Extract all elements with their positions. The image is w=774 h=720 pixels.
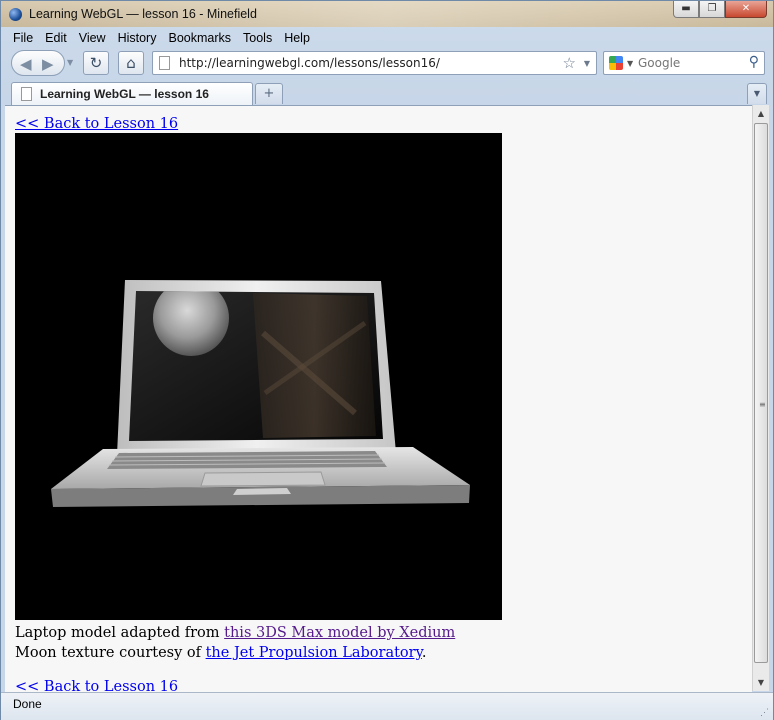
home-icon: ⌂ xyxy=(126,54,136,72)
scroll-down-icon[interactable]: ▼ xyxy=(753,674,769,691)
status-text: Done xyxy=(13,697,42,711)
minimize-button[interactable]: ▬ xyxy=(673,1,699,18)
browser-window: Learning WebGL — lesson 16 - Minefield ▬… xyxy=(0,0,774,720)
window-title: Learning WebGL — lesson 16 - Minefield xyxy=(29,7,257,21)
reload-icon: ↻ xyxy=(89,54,103,72)
back-to-lesson-link-top[interactable]: << Back to Lesson 16 xyxy=(15,116,178,132)
menu-bookmarks[interactable]: Bookmarks xyxy=(168,31,231,45)
menu-file[interactable]: File xyxy=(13,31,33,45)
url-input[interactable] xyxy=(179,54,539,72)
url-dropdown-icon[interactable]: ▼ xyxy=(584,59,590,68)
laptop-credit: Laptop model adapted from this 3DS Max m… xyxy=(15,623,455,643)
resize-grip-icon[interactable]: ⋰ xyxy=(760,707,769,718)
laptop-render xyxy=(51,280,470,507)
plus-icon: + xyxy=(263,86,275,101)
xedium-model-link[interactable]: this 3DS Max model by Xedium xyxy=(224,625,455,641)
navigation-toolbar: ◀ ▶ ▼ ↻ ⌂ ☆ ▼ ▼ ⚲ xyxy=(1,48,773,80)
list-all-tabs-button[interactable]: ▼ xyxy=(747,83,767,104)
menu-help[interactable]: Help xyxy=(284,31,310,45)
menu-tools[interactable]: Tools xyxy=(243,31,272,45)
back-forward-group: ◀ ▶ xyxy=(11,50,65,76)
new-tab-button[interactable]: + xyxy=(255,83,283,104)
scroll-up-icon[interactable]: ▲ xyxy=(753,105,769,122)
menu-bar: File Edit View History Bookmarks Tools H… xyxy=(1,28,773,48)
close-button[interactable]: ✕ xyxy=(725,1,767,18)
scroll-grip-icon: ≡ xyxy=(759,400,766,409)
search-engine-dropdown-icon[interactable]: ▼ xyxy=(627,59,633,68)
menu-history[interactable]: History xyxy=(118,31,157,45)
tab-favicon-icon xyxy=(21,87,32,101)
chevron-down-icon: ▼ xyxy=(753,89,761,98)
url-bar[interactable]: ☆ ▼ xyxy=(152,51,597,75)
title-bar[interactable]: Learning WebGL — lesson 16 - Minefield ▬… xyxy=(1,1,773,27)
home-button[interactable]: ⌂ xyxy=(118,51,144,75)
moon-credit-text: Moon texture courtesy of xyxy=(15,645,206,661)
history-dropdown-icon[interactable]: ▼ xyxy=(67,58,73,67)
firefox-icon xyxy=(9,8,22,21)
forward-arrow-icon[interactable]: ▶ xyxy=(42,55,54,73)
page-content: << Back to Lesson 16 Laptop model adapte… xyxy=(5,105,752,692)
jpl-link[interactable]: the Jet Propulsion Laboratory xyxy=(206,645,422,661)
page-favicon-icon xyxy=(159,56,170,70)
moon-credit-period: . xyxy=(421,645,427,661)
menu-edit[interactable]: Edit xyxy=(45,31,67,45)
maximize-button[interactable]: ❐ xyxy=(699,1,725,18)
bookmark-star-icon[interactable]: ☆ xyxy=(563,54,576,72)
window-controls: ▬ ❐ ✕ xyxy=(673,1,767,19)
status-bar: Done ⋰ xyxy=(1,692,773,720)
vertical-scrollbar[interactable]: ▲ ≡ ▼ xyxy=(752,105,769,691)
scrollbar-thumb[interactable]: ≡ xyxy=(754,123,768,663)
tab-learning-webgl[interactable]: Learning WebGL — lesson 16 xyxy=(11,82,253,105)
search-icon[interactable]: ⚲ xyxy=(749,54,759,70)
credits: Laptop model adapted from this 3DS Max m… xyxy=(15,623,455,663)
tab-strip: Learning WebGL — lesson 16 + ▼ xyxy=(1,80,773,105)
back-to-lesson-link-bottom[interactable]: << Back to Lesson 16 xyxy=(15,679,178,692)
webgl-canvas[interactable] xyxy=(15,133,502,620)
google-icon[interactable] xyxy=(609,56,623,70)
reload-button[interactable]: ↻ xyxy=(83,51,109,75)
tab-label: Learning WebGL — lesson 16 xyxy=(40,87,209,101)
menu-view[interactable]: View xyxy=(79,31,106,45)
laptop-credit-text: Laptop model adapted from xyxy=(15,625,225,641)
back-arrow-icon[interactable]: ◀ xyxy=(20,55,32,73)
search-input[interactable] xyxy=(638,54,738,72)
search-bar[interactable]: ▼ ⚲ xyxy=(603,51,765,75)
moon-credit: Moon texture courtesy of the Jet Propuls… xyxy=(15,643,455,663)
